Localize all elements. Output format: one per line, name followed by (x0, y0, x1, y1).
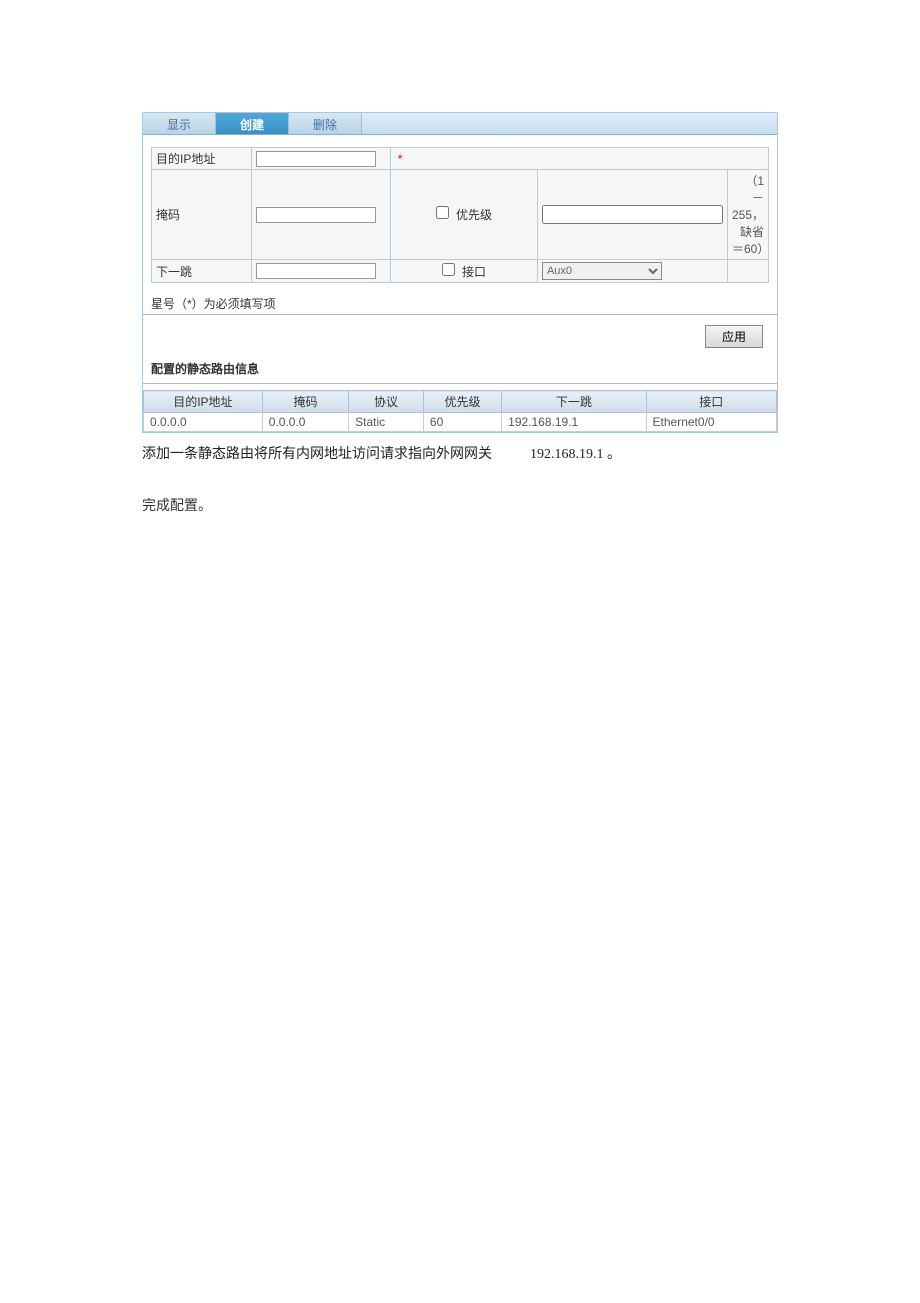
tab-create[interactable]: 创建 (216, 113, 289, 134)
cell-pri: 60 (423, 413, 501, 432)
required-note: 星号（*）为必须填写项 (143, 287, 777, 315)
tab-fill (362, 113, 777, 134)
tab-bar: 显示 创建 删除 (143, 113, 777, 135)
label-interface: 接口 (462, 265, 486, 279)
th-pri: 优先级 (423, 391, 501, 413)
th-nexthop: 下一跳 (502, 391, 646, 413)
label-nexthop: 下一跳 (152, 260, 252, 283)
th-dest: 目的IP地址 (144, 391, 263, 413)
label-priority: 优先级 (456, 208, 492, 222)
section-title: 配置的静态路由信息 (143, 358, 777, 384)
form-table: 目的IP地址 * 掩码 优先级 （1－255，缺省＝60） 下一跳 (151, 147, 769, 283)
th-proto: 协议 (349, 391, 424, 413)
description-line-1: 添加一条静态路由将所有内网地址访问请求指向外网网关192.168.19.1 。 (142, 443, 778, 463)
cell-dest: 0.0.0.0 (144, 413, 263, 432)
input-dest-ip[interactable] (256, 151, 376, 167)
cell-proto: Static (349, 413, 424, 432)
tab-display[interactable]: 显示 (143, 113, 216, 134)
select-interface[interactable]: Aux0 (542, 262, 662, 280)
checkbox-priority[interactable] (436, 206, 449, 219)
tab-delete[interactable]: 删除 (289, 113, 362, 134)
apply-button[interactable]: 应用 (705, 325, 763, 348)
input-priority[interactable] (542, 205, 723, 224)
required-mark: * (395, 152, 403, 166)
table-row[interactable]: 0.0.0.0 0.0.0.0 Static 60 192.168.19.1 E… (144, 413, 777, 432)
form-area: 目的IP地址 * 掩码 优先级 （1－255，缺省＝60） 下一跳 (143, 135, 777, 287)
config-panel: 显示 创建 删除 目的IP地址 * 掩码 优先级 （1－255，缺省＝6 (142, 112, 778, 433)
cell-nh: 192.168.19.1 (502, 413, 646, 432)
input-mask[interactable] (256, 207, 376, 223)
label-dest-ip: 目的IP地址 (152, 148, 252, 170)
checkbox-interface[interactable] (442, 263, 455, 276)
description-line-2: 完成配置。 (142, 495, 778, 515)
priority-hint: （1－255，缺省＝60） (732, 174, 769, 256)
cell-if: Ethernet0/0 (646, 413, 776, 432)
th-mask: 掩码 (262, 391, 348, 413)
route-table: 目的IP地址 掩码 协议 优先级 下一跳 接口 0.0.0.0 0.0.0.0 … (143, 390, 777, 432)
input-nexthop[interactable] (256, 263, 376, 279)
cell-mask: 0.0.0.0 (262, 413, 348, 432)
label-mask: 掩码 (152, 170, 252, 260)
th-if: 接口 (646, 391, 776, 413)
